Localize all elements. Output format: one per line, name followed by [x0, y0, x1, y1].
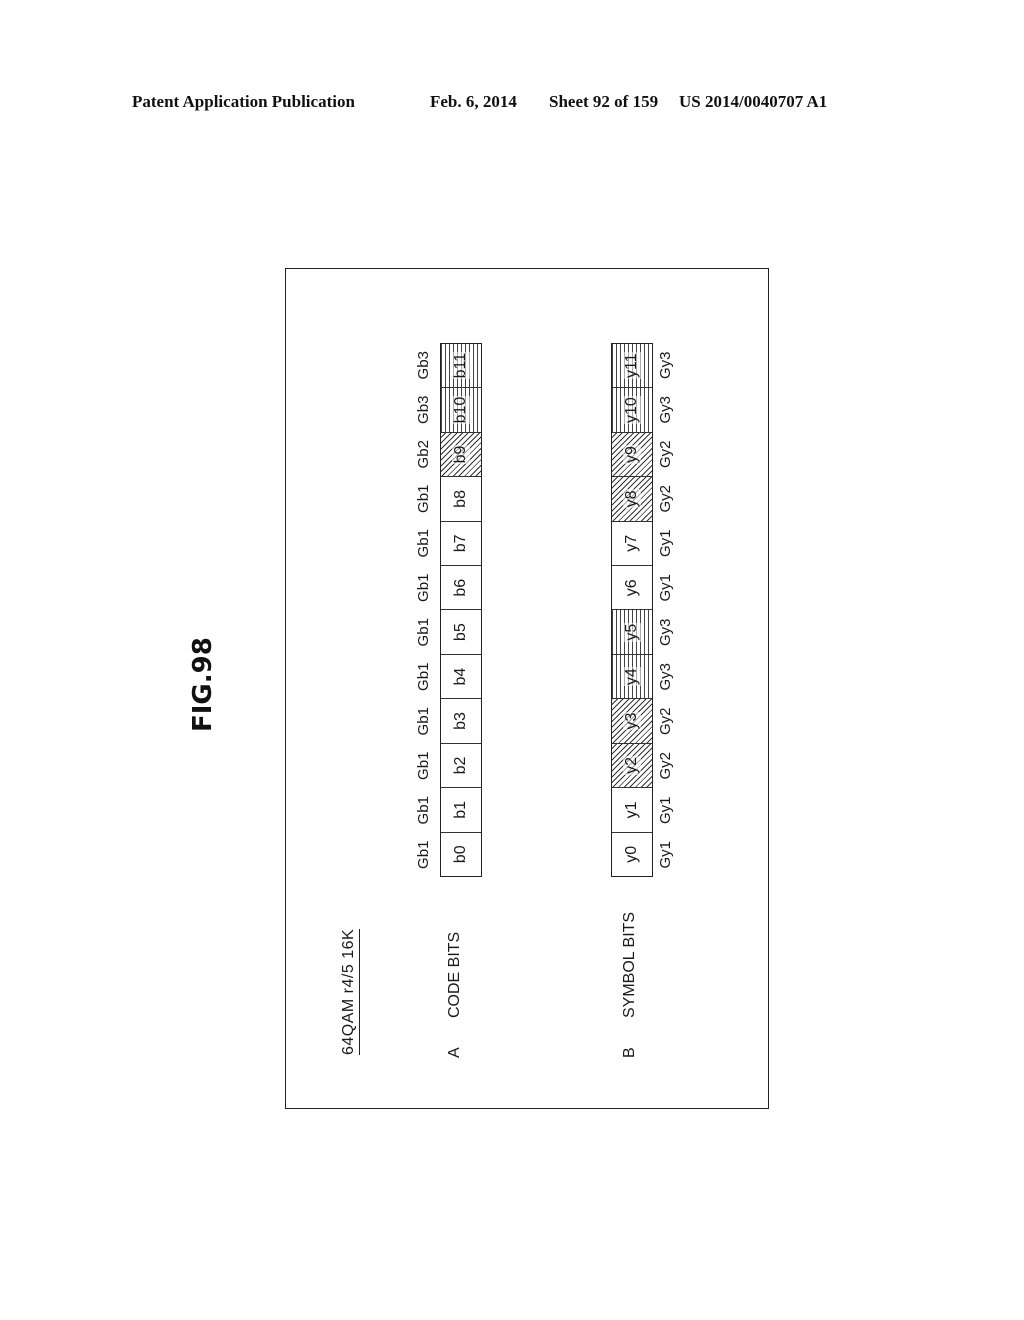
code-bit-group-label: Gb1 — [415, 751, 432, 780]
symbol-bit-cell: y10 — [612, 387, 652, 432]
code-bit-cell-label: b7 — [452, 534, 469, 553]
code-bit-cell-label: b11 — [452, 351, 470, 380]
symbol-bit-cell-label: y0 — [623, 845, 640, 863]
symbol-bit-group-label: Gy1 — [657, 574, 674, 602]
symbol-bit-cell-label: y7 — [623, 534, 640, 552]
symbol-bit-group-label: Gy2 — [657, 440, 674, 469]
code-bit-group-label: Gb1 — [415, 573, 432, 602]
figure-title: 64QAM r4/5 16K — [340, 928, 360, 1055]
symbol-bit-cell-label: y10 — [623, 396, 641, 424]
symbol-bit-group-label: Gy2 — [657, 752, 674, 780]
row-b-name: SYMBOL BITS — [621, 911, 638, 1018]
figure-content: 64QAM r4/5 16K ACODE BITS Gb1 Gb1 Gb1 Gb1 Gb… — [0, 0, 1024, 1320]
code-bit-cell: b8 — [441, 476, 481, 521]
code-bit-group-label: Gb1 — [415, 796, 432, 825]
symbol-bit-cell: y3 — [612, 698, 652, 743]
symbol-bit-cell: y4 — [612, 653, 652, 699]
row-a-cells: b0 b1 b2 b3 b4 b5 b6 b7 b8 b9 b10 b11 — [440, 343, 482, 877]
symbol-bit-group-label: Gy3 — [657, 351, 674, 380]
row-a-letter: A — [446, 1047, 463, 1058]
row-b-groups: Gy1 Gy1 Gy2 Gy2 Gy3 Gy3 Gy1 Gy1 Gy2 Gy2 Gy3 Gy3 — [657, 343, 677, 877]
code-bit-group-label: Gb1 — [415, 618, 432, 647]
symbol-bit-group-label: Gy3 — [657, 396, 674, 424]
symbol-bit-cell-label: y9 — [623, 445, 641, 464]
symbol-bit-cell: y8 — [612, 476, 652, 521]
symbol-bit-group-label: Gy2 — [657, 485, 674, 513]
row-b-cells: y0 y1 y2 y3 y4 y5 y6 y7 y8 y9 y10 y11 — [611, 343, 653, 877]
code-bit-group-label: Gb1 — [415, 529, 432, 558]
symbol-bit-group-label: Gy3 — [657, 663, 674, 691]
symbol-bit-group-label: Gy3 — [657, 618, 674, 647]
symbol-bit-cell-label: y2 — [623, 756, 641, 775]
symbol-bit-cell-label: y8 — [623, 489, 641, 509]
code-bit-cell-label: b6 — [452, 578, 469, 597]
symbol-bit-cell: y6 — [612, 565, 652, 610]
code-bit-group-label: Gb1 — [415, 662, 432, 691]
symbol-bit-cell-label: y6 — [623, 579, 640, 597]
symbol-bit-cell-label: y3 — [623, 711, 641, 731]
row-a-label: A CODE BITS — [446, 932, 464, 1058]
code-bit-cell-label: b2 — [452, 756, 469, 775]
code-bit-cell-label: b8 — [452, 490, 469, 508]
code-bit-cell: b2 — [441, 742, 481, 788]
code-bit-cell: b6 — [441, 565, 481, 610]
symbol-bit-group-label: Gy1 — [657, 796, 674, 825]
code-bit-cell: b11 — [441, 343, 481, 388]
symbol-bit-cell-label: y5 — [623, 622, 641, 642]
row-a-groups: Gb1 Gb1 Gb1 Gb1 Gb1 Gb1 Gb1 Gb1 Gb1 Gb2 Gb3 Gb3 — [415, 343, 435, 877]
code-bit-cell: b7 — [441, 520, 481, 566]
code-bit-cell: b9 — [441, 431, 481, 477]
code-bit-cell-label: b4 — [452, 667, 469, 686]
code-bit-cell: b5 — [441, 609, 481, 654]
code-bit-cell: b3 — [441, 698, 481, 743]
code-bit-cell-label: b10 — [452, 395, 470, 425]
code-bit-cell: b4 — [441, 653, 481, 699]
symbol-bit-group-label: Gy1 — [657, 841, 674, 869]
symbol-bit-cell-label: y4 — [623, 667, 641, 687]
code-bit-cell-label: b1 — [452, 800, 469, 819]
code-bit-group-label: Gb1 — [415, 707, 432, 736]
symbol-bit-group-label: Gy1 — [657, 529, 674, 558]
row-b-letter: B — [621, 1047, 638, 1058]
code-bit-group-label: Gb2 — [415, 440, 432, 469]
symbol-bit-cell: y11 — [612, 343, 652, 388]
code-bit-cell-label: b0 — [452, 845, 469, 864]
symbol-bit-cell: y2 — [612, 742, 652, 788]
symbol-bit-cell-label: y1 — [623, 801, 640, 819]
symbol-bit-cell-label: y11 — [623, 352, 641, 379]
code-bit-group-label: Gb1 — [415, 840, 432, 869]
symbol-bit-cell: y1 — [612, 787, 652, 832]
symbol-bit-cell: y5 — [612, 609, 652, 654]
code-bit-cell: b1 — [441, 787, 481, 832]
symbol-bit-cell: y0 — [612, 831, 652, 876]
symbol-bit-cell: y9 — [612, 431, 652, 477]
code-bit-cell-label: b3 — [452, 712, 469, 730]
row-a-name: CODE BITS — [446, 931, 463, 1018]
code-bit-group-label: Gb1 — [415, 484, 432, 513]
row-b-label: B SYMBOL BITS — [621, 912, 639, 1058]
code-bit-cell: b0 — [441, 831, 481, 876]
code-bit-cell-label: b5 — [452, 623, 469, 642]
symbol-bit-group-label: Gy2 — [657, 707, 674, 736]
code-bit-group-label: Gb3 — [415, 351, 432, 380]
code-bit-group-label: Gb3 — [415, 395, 432, 424]
code-bit-cell-label: b9 — [452, 444, 470, 465]
code-bit-cell: b10 — [441, 387, 481, 432]
symbol-bit-cell: y7 — [612, 520, 652, 566]
